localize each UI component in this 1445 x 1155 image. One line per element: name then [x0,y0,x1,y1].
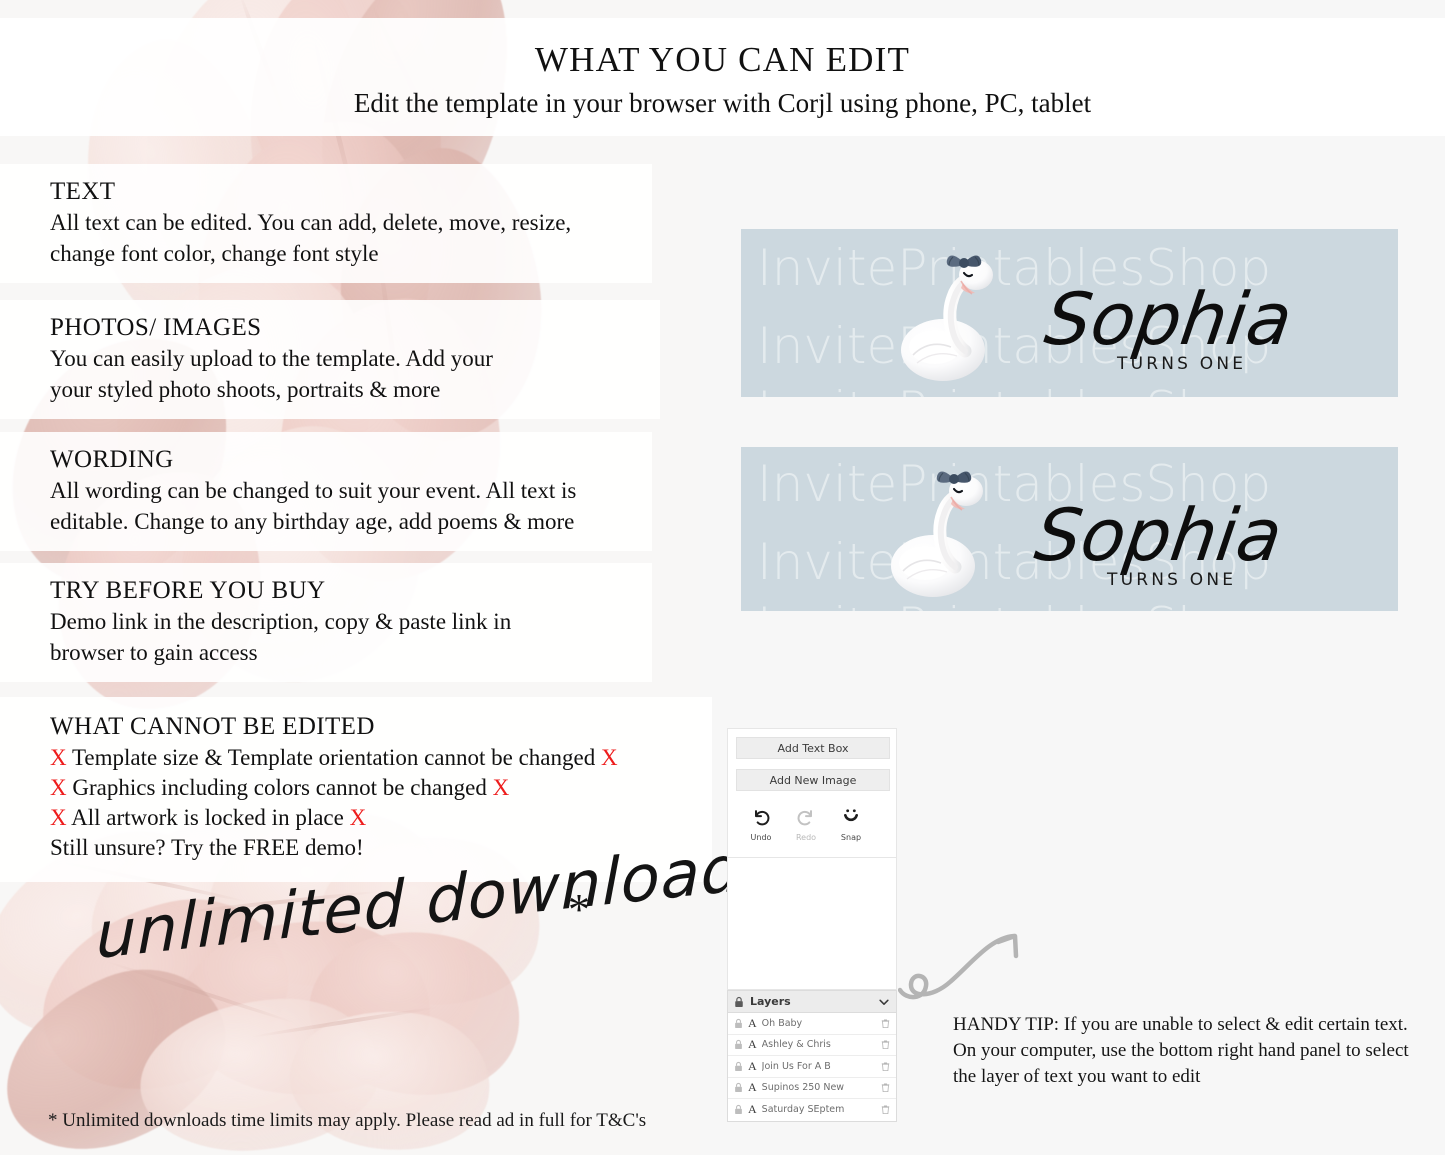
lock-icon[interactable] [734,1104,743,1115]
corjl-canvas-area [727,858,897,990]
lock-icon[interactable] [734,1018,743,1029]
banner-subtitle-text: TURNS ONE [1117,354,1247,374]
feature-line: All wording can be changed to suit your … [50,478,577,503]
text-layer-icon: A [748,1058,757,1073]
redo-icon [797,810,812,826]
cannot-edit-item-text: All artwork is locked in place [71,805,344,831]
lock-icon[interactable] [734,1061,743,1072]
page-subtitle: Edit the template in your browser with C… [353,88,1092,119]
snap-button[interactable]: Snap [830,807,872,842]
feature-heading: TRY BEFORE YOU BUY [50,577,326,604]
swan-illustration [891,471,983,597]
add-text-box-button[interactable]: Add Text Box [736,737,890,759]
layer-label: Supinos 250 New [761,1082,845,1094]
asterisk-mark: * [568,885,590,934]
lock-icon [735,996,743,1007]
feature-line: browser to gain access [50,639,258,665]
layer-row[interactable]: A Supinos 250 New [728,1077,896,1099]
page-title: WHAT YOU CAN EDIT [534,40,911,79]
x-mark-icon: X [600,745,618,770]
undo-icon [755,810,770,826]
feature-line: editable. Change to any birthday age, ad… [50,508,575,534]
layer-label: Saturday SEptem [761,1104,845,1116]
feature-line: You can easily upload to the template. A… [50,346,493,371]
undo-button[interactable]: Undo [740,807,782,842]
layer-label: Ashley & Chris [761,1039,831,1051]
feature-line: All text can be edited. You can add, del… [50,210,572,235]
handy-tip-line: HANDY TIP: If you are unable to select &… [953,1014,1408,1035]
feature-block-photos-images: PHOTOS/ IMAGES You can easily upload to … [0,300,660,420]
swan-illustration [901,255,993,381]
feature-heading: WORDING [50,446,174,473]
handy-tip-block: HANDY TIP: If you are unable to select &… [953,1012,1409,1091]
watermark-text: InvitePrintablesShop [757,597,1271,611]
redo-button[interactable]: Redo [785,807,827,842]
add-new-image-button[interactable]: Add New Image [736,769,890,791]
trash-icon[interactable] [881,1104,890,1115]
handy-tip-line: On your computer, use the bottom right h… [953,1040,1409,1062]
promo-sheet: WHAT YOU CAN EDIT Edit the template in y… [0,0,1445,1155]
undo-label: Undo [750,833,772,842]
layer-row[interactable]: A Saturday SEptem [728,1099,896,1121]
feature-heading: TEXT [50,178,116,205]
cannot-edit-item-text: Graphics including colors cannot be chan… [72,775,487,801]
text-layer-icon: A [748,1015,757,1030]
x-mark-icon: X [492,775,510,801]
feature-block-text: TEXT All text can be edited. You can add… [0,164,652,284]
layer-row[interactable]: A Ashley & Chris [728,1034,896,1056]
unlimited-downloads-graphic: unlimited downloads * [96,828,776,1020]
snap-label: Snap [840,833,862,842]
curved-arrow-icon [898,933,1019,1000]
feature-line: change font color, change font style [50,240,379,266]
handy-tip-line: the layer of text you want to edit [953,1066,1201,1088]
banner-name-text: Sophia [1030,493,1288,577]
footnote-text: * Unlimited downloads time limits may ap… [48,1110,647,1131]
layers-panel-header[interactable]: Layers [728,991,896,1013]
trash-icon[interactable] [881,1082,890,1093]
feature-line: your styled photo shoots, portraits & mo… [50,376,441,402]
layer-label: Oh Baby [761,1017,803,1029]
cannot-edit-item-text: Template size & Template orientation can… [71,745,596,770]
layer-row[interactable]: A Oh Baby [728,1013,896,1035]
x-mark-icon: X [349,805,367,831]
trash-icon[interactable] [881,1061,890,1072]
page-header: WHAT YOU CAN EDIT Edit the template in y… [0,40,1445,121]
template-preview-banner-1: InvitePrintablesShop InvitePrintablesSho… [741,229,1398,397]
bow-icon [936,471,972,484]
layer-label: Join Us For A B [761,1060,831,1072]
text-layer-icon: A [748,1102,757,1117]
x-mark-icon: X [50,745,67,770]
cannot-edit-heading: WHAT CANNOT BE EDITED [50,713,375,740]
feature-block-wording: WORDING All wording can be changed to su… [0,432,652,552]
redo-label: Redo [795,833,817,842]
cannot-edit-item: X Template size & Template orientation c… [50,743,712,773]
template-preview-banner-2: InvitePrintablesShop InvitePrintablesSho… [741,447,1398,611]
text-layer-icon: A [748,1080,757,1095]
cannot-edit-item-text: Still unsure? Try the FREE demo! [50,835,364,861]
chevron-down-icon[interactable] [878,996,890,1008]
cannot-edit-item: X All artwork is locked in place X [50,803,712,833]
bow-icon [946,255,982,268]
cannot-edit-item: X Graphics including colors cannot be ch… [50,773,712,803]
banner-subtitle-text: TURNS ONE [1107,570,1237,590]
feature-line: Demo link in the description, copy & pas… [50,609,512,634]
trash-icon[interactable] [881,1018,890,1029]
text-layer-icon: A [748,1037,757,1052]
corjl-toolbar-panel: Add Text Box Add New Image Undo Redo Sna… [727,728,897,858]
lock-icon[interactable] [734,1082,743,1093]
layers-panel: Layers A Oh Baby A Ashley & Chris A Join… [727,990,897,1122]
snap-magnet-icon [844,809,858,822]
banner-name-text: Sophia [1040,277,1298,361]
layer-row[interactable]: A Join Us For A B [728,1056,896,1078]
layers-panel-title: Layers [750,995,791,1008]
feature-heading: PHOTOS/ IMAGES [50,314,262,341]
feature-block-try-before-you-buy: TRY BEFORE YOU BUY Demo link in the desc… [0,563,652,683]
lock-icon[interactable] [734,1039,743,1050]
trash-icon[interactable] [881,1039,890,1050]
x-mark-icon: X [50,775,67,801]
x-mark-icon: X [50,805,67,831]
